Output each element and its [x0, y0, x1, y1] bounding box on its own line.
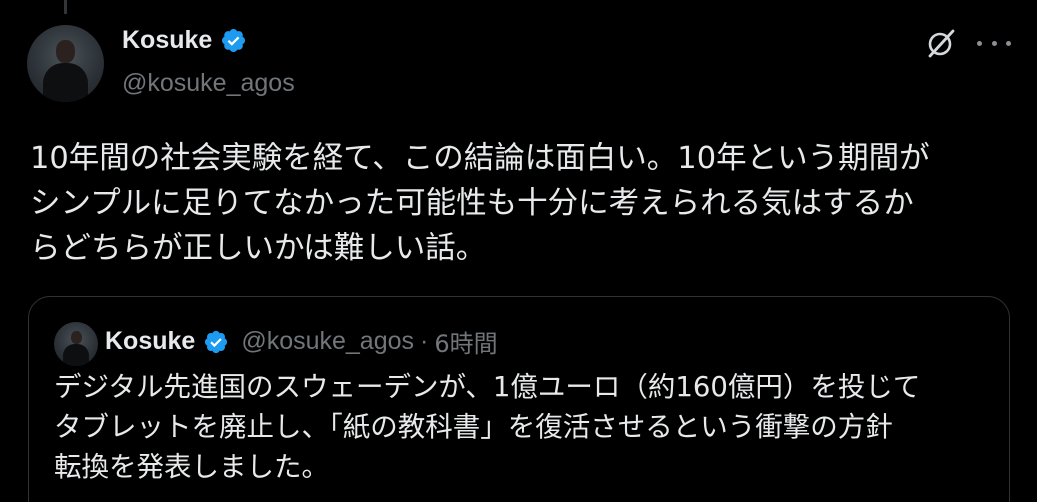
quoted-timestamp[interactable]: 6時間	[434, 324, 497, 359]
avatar[interactable]	[27, 25, 104, 102]
quoted-tweet-header: Kosuke @kosuke_agos · 6時間	[105, 324, 498, 359]
author-name[interactable]: Kosuke	[122, 26, 212, 55]
thread-connector-line	[64, 0, 67, 14]
more-options-icon[interactable]	[977, 29, 1011, 57]
verified-badge-icon	[222, 28, 246, 53]
quoted-tweet-card[interactable]: Kosuke @kosuke_agos · 6時間 デジタル先進国のスウェーデン…	[28, 296, 1010, 502]
tweet-text: 10年間の社会実験を経て、この結論は面白い。10年という期間が シンプルに足りて…	[30, 141, 930, 266]
grok-icon[interactable]	[925, 27, 957, 59]
header-separator: ·	[420, 327, 429, 355]
quoted-tweet-text: デジタル先進国のスウェーデンが、1億ユーロ（約160億円）を投じて タブレットを…	[54, 371, 921, 483]
author-handle[interactable]: @kosuke_agos	[122, 69, 295, 98]
quoted-avatar[interactable]	[54, 322, 98, 366]
author-name-row[interactable]: Kosuke	[122, 26, 247, 55]
quoted-verified-badge-icon	[205, 330, 228, 353]
tweet-view: Kosuke @kosuke_agos 10年間の社会実験を経て、この結論は面白…	[0, 0, 1037, 502]
quoted-author-handle[interactable]: @kosuke_agos	[241, 327, 414, 356]
quoted-author-name[interactable]: Kosuke	[105, 327, 195, 356]
